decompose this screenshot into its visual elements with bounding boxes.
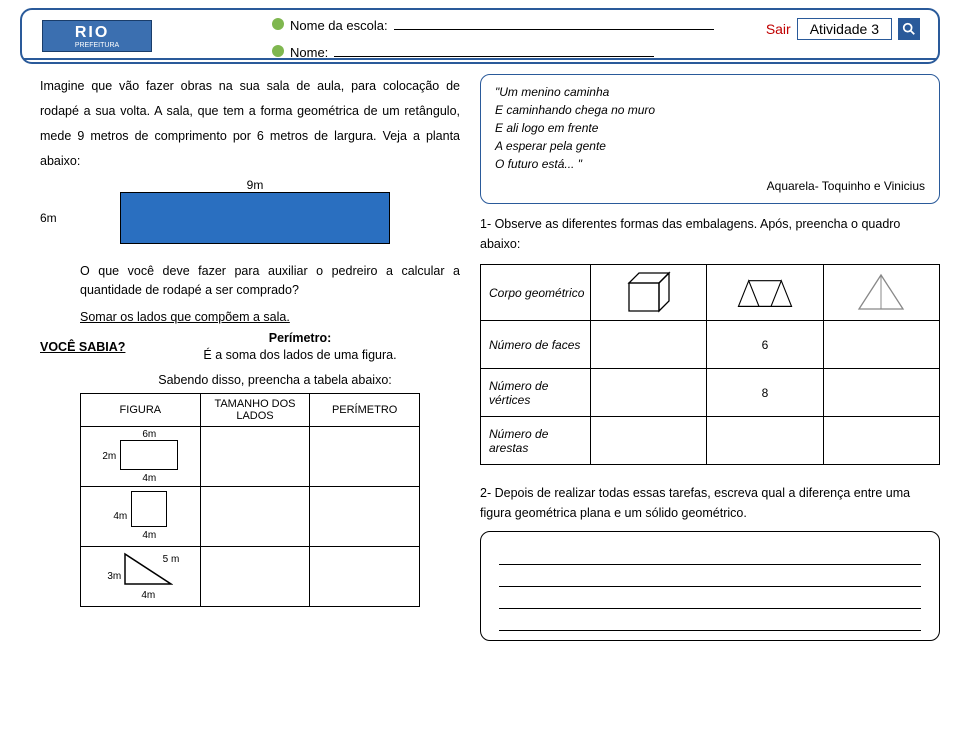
cell-faces-prism: 6 [707, 321, 823, 369]
bullet-icon [272, 45, 284, 57]
question-1: 1- Observe as diferentes formas das emba… [480, 214, 940, 254]
intro-text: Imagine que vão fazer obras na sua sala … [40, 74, 460, 174]
left-column: Imagine que vão fazer obras na sua sala … [40, 74, 460, 641]
room-plan: 9m 6m [40, 178, 460, 244]
logo-sub: PREFEITURA [75, 42, 119, 49]
answer-line[interactable] [499, 615, 921, 631]
cube-icon [619, 269, 679, 313]
row-arestas: Número de arestas [481, 417, 591, 465]
poem-box: "Um menino caminha E caminhando chega no… [480, 74, 940, 204]
perimetro-def: Perímetro: É a soma dos lados de uma fig… [140, 330, 460, 365]
rectangle-icon [120, 440, 178, 470]
cell-blank[interactable] [823, 417, 939, 465]
solids-table: Corpo geométrico [480, 264, 940, 465]
table-row: 4m 4m [81, 486, 420, 546]
shape-triangle-cell: 3m 5 m 4m [81, 546, 201, 606]
cell-blank[interactable] [200, 486, 310, 546]
answer-line[interactable] [499, 549, 921, 565]
school-input-line[interactable] [394, 16, 714, 30]
search-icon[interactable] [898, 18, 920, 40]
header-bar: RIO PREFEITURA Nome da escola: Nome: Sai… [20, 8, 940, 64]
dim-9m: 9m [120, 178, 390, 192]
poem-credit: Aquarela- Toquinho e Vinicius [495, 177, 925, 195]
triangular-prism-icon [735, 269, 795, 313]
th-corpo: Corpo geométrico [481, 265, 591, 321]
dim-5m: 5 m [163, 554, 180, 565]
cell-blank[interactable] [310, 486, 420, 546]
answer-line[interactable] [499, 571, 921, 587]
th-perimetro: PERÍMETRO [310, 393, 420, 426]
poem-l1: "Um menino caminha [495, 83, 925, 101]
room-rectangle [120, 192, 390, 244]
answer-line[interactable] [499, 593, 921, 609]
cell-blank[interactable] [591, 369, 707, 417]
dim-6m: 6m [40, 211, 70, 225]
poem-l4: A esperar pela gente [495, 137, 925, 155]
dim-2m: 2m [102, 451, 116, 462]
voce-sabia: VOCÊ SABIA? [40, 340, 140, 354]
shape-square-cell: 4m 4m [81, 486, 201, 546]
poem-l5: O futuro está... " [495, 155, 925, 173]
dim-4m-bot: 4m [120, 473, 178, 484]
cell-blank[interactable] [200, 546, 310, 606]
shape-rectangle-cell: 2m 6m 4m [81, 426, 201, 486]
cell-blank[interactable] [823, 369, 939, 417]
dim-4m-b: 4m [131, 530, 167, 541]
answer-box[interactable] [480, 531, 940, 641]
question-text: O que você deve fazer para auxiliar o pe… [80, 262, 460, 300]
dim-3m: 3m [107, 571, 121, 582]
cell-blank[interactable] [707, 417, 823, 465]
header-underline [24, 58, 936, 60]
sabendo-text: Sabendo disso, preencha a tabela abaixo: [90, 373, 460, 387]
perimetro-title: Perímetro: [269, 331, 332, 345]
somar-text: Somar os lados que compõem a sala. [80, 310, 460, 324]
cell-blank[interactable] [310, 426, 420, 486]
header-right: Sair Atividade 3 [766, 18, 920, 40]
row-faces: Número de faces [481, 321, 591, 369]
pyramid-icon [851, 269, 911, 313]
cell-vert-prism: 8 [707, 369, 823, 417]
pyramid-cell [823, 265, 939, 321]
perimetro-body: É a soma dos lados de uma figura. [203, 348, 396, 362]
th-figura: FIGURA [81, 393, 201, 426]
figura-table: FIGURA TAMANHO DOS LADOS PERÍMETRO 2m 6m… [80, 393, 420, 607]
cell-blank[interactable] [823, 321, 939, 369]
dim-6m-top: 6m [120, 429, 178, 440]
bullet-icon [272, 18, 284, 30]
school-label: Nome da escola: [290, 18, 388, 33]
logo: RIO PREFEITURA [42, 20, 152, 52]
table-row: 3m 5 m 4m [81, 546, 420, 606]
th-tamanho: TAMANHO DOS LADOS [200, 393, 310, 426]
cube-cell [591, 265, 707, 321]
row-vertices: Número de vértices [481, 369, 591, 417]
activity-badge: Atividade 3 [797, 18, 892, 40]
table-row: 2m 6m 4m [81, 426, 420, 486]
prism-cell [707, 265, 823, 321]
cell-blank[interactable] [310, 546, 420, 606]
dim-4m-l: 4m [113, 511, 127, 522]
square-icon [131, 491, 167, 527]
sair-link[interactable]: Sair [766, 21, 791, 37]
question-2: 2- Depois de realizar todas essas tarefa… [480, 483, 940, 523]
logo-main: RIO [75, 24, 109, 41]
name-input-line[interactable] [334, 43, 654, 57]
poem-l2: E caminhando chega no muro [495, 101, 925, 119]
cell-blank[interactable] [591, 321, 707, 369]
cell-blank[interactable] [200, 426, 310, 486]
dim-4m-tri: 4m [141, 590, 155, 601]
poem-l3: E ali logo em frente [495, 119, 925, 137]
cell-blank[interactable] [591, 417, 707, 465]
right-column: "Um menino caminha E caminhando chega no… [480, 74, 940, 641]
perimetro-row: VOCÊ SABIA? Perímetro: É a soma dos lado… [40, 330, 460, 365]
